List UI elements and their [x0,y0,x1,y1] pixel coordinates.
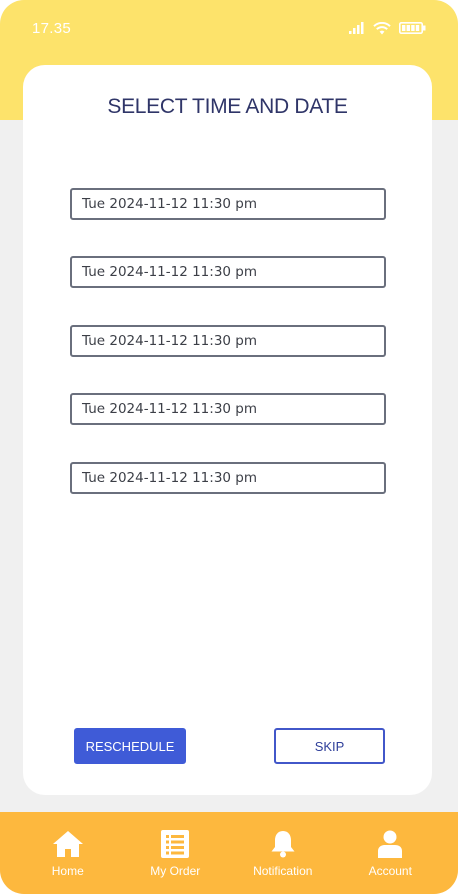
date-slot-field[interactable]: Tue 2024-11-12 11:30 pm [70,393,386,425]
nav-item-my-order[interactable]: My Order [125,830,225,878]
date-slot-field[interactable]: Tue 2024-11-12 11:30 pm [70,462,386,494]
nav-item-notification[interactable]: Notification [233,830,333,878]
user-icon [378,830,403,858]
date-slot-field[interactable]: Tue 2024-11-12 11:30 pm [70,256,386,288]
date-slot-field[interactable]: Tue 2024-11-12 11:30 pm [70,325,386,357]
nav-label-account: Account [368,864,412,878]
reschedule-button[interactable]: RESCHEDULE [74,728,186,764]
nav-item-home[interactable]: Home [18,830,118,878]
skip-button[interactable]: SKIP [274,728,385,764]
bottom-navigation: Home My Order Notification Account [0,812,458,894]
wifi-icon [373,21,391,34]
status-bar: 17.35 [0,0,458,56]
nav-label-my-order: My Order [150,864,201,878]
status-icons [349,21,426,35]
date-slot-field[interactable]: Tue 2024-11-12 11:30 pm [70,188,386,220]
bell-icon [271,831,295,858]
signal-icon [349,22,364,34]
nav-label-notification: Notification [253,864,313,878]
schedule-card: SELECT TIME AND DATE Tue 2024-11-12 11:3… [23,65,432,795]
page-title: SELECT TIME AND DATE [107,95,348,118]
list-icon [161,830,190,858]
nav-label-home: Home [51,864,84,878]
nav-item-account[interactable]: Account [340,830,440,878]
phone-screen: 17.35 SELECT TIME AND DATE Tue 2024-11-1… [0,0,458,894]
battery-icon [399,22,426,34]
home-icon [52,831,83,857]
status-time: 17.35 [32,19,72,37]
